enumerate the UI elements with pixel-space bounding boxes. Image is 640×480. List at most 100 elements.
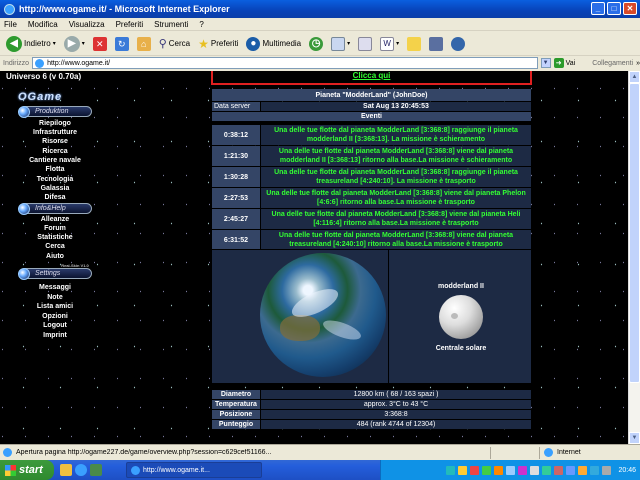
nav-alleanze[interactable]: Alleanze <box>0 215 110 224</box>
address-input[interactable]: http://www.ogame.it/ <box>32 57 538 69</box>
nav-messaggi[interactable]: Messaggi <box>0 283 110 292</box>
research-button[interactable] <box>427 34 445 54</box>
close-button[interactable]: ✕ <box>623 2 637 15</box>
tray-icon[interactable] <box>590 465 600 475</box>
refresh-button[interactable]: ↻ <box>113 34 131 54</box>
event-text[interactable]: Una delle tue flotte dal pianeta ModderL… <box>261 230 531 250</box>
menu-modifica[interactable]: Modifica <box>28 20 58 29</box>
tray-icon[interactable] <box>578 465 588 475</box>
volume-icon[interactable] <box>602 465 612 475</box>
scroll-thumb[interactable] <box>629 83 640 383</box>
event-time: 1:21:30 <box>212 146 260 166</box>
home-icon: ⌂ <box>136 36 151 51</box>
menu-bar: File Modifica Visualizza Preferiti Strum… <box>0 18 640 31</box>
nav-lista-amici[interactable]: Lista amici <box>0 302 110 311</box>
event-text[interactable]: Una delle tue flotte dal pianeta ModderL… <box>261 146 531 166</box>
stat-value: 12800 km ( 68 / 163 spazi ) <box>261 390 531 399</box>
menu-file[interactable]: File <box>4 20 17 29</box>
event-text[interactable]: Una delle tue flotte dal pianeta ModderL… <box>261 188 531 208</box>
minimize-button[interactable]: _ <box>591 2 605 15</box>
tray-icon[interactable] <box>566 465 576 475</box>
forward-arrow-icon: ▶ <box>63 35 80 52</box>
clicca-link[interactable]: Clicca qui <box>353 71 391 80</box>
address-bar: Indirizzo http://www.ogame.it/ ▼ ➜ Vai C… <box>0 56 640 70</box>
tray-icon[interactable] <box>470 465 480 475</box>
status-text: Apertura pagina http://ogame227.de/game/… <box>16 449 272 456</box>
address-dropdown-icon[interactable]: ▼ <box>540 58 551 68</box>
search-button[interactable]: ⚲ Cerca <box>157 34 192 54</box>
discuss-button[interactable] <box>405 34 423 54</box>
tray-icon[interactable] <box>530 465 540 475</box>
event-time: 1:30:28 <box>212 167 260 187</box>
star-icon: ★ <box>198 36 209 51</box>
stop-button[interactable]: ✕ <box>91 34 109 54</box>
moon-name[interactable]: modderland II <box>389 283 533 290</box>
menu-preferiti[interactable]: Preferiti <box>116 20 144 29</box>
nav-forum[interactable]: Forum <box>0 224 110 233</box>
tray-icon[interactable] <box>542 465 552 475</box>
nav-aiuto[interactable]: Aiuto <box>0 252 110 261</box>
nav-flotta[interactable]: Flotta <box>0 165 110 174</box>
event-text[interactable]: Una delle tue flotte dal pianeta ModderL… <box>261 209 531 229</box>
vertical-scrollbar[interactable]: ▲ ▼ <box>628 71 640 444</box>
ie-quicklaunch-icon[interactable] <box>75 464 87 476</box>
links-chevron-icon[interactable]: » <box>636 60 640 67</box>
taskbar-ie-window[interactable]: http://www.ogame.it... <box>126 462 262 478</box>
nav-cantiere-navale[interactable]: Cantiere navale <box>0 156 110 165</box>
nav-imprint[interactable]: Imprint <box>0 331 110 340</box>
scroll-up-icon[interactable]: ▲ <box>629 71 640 83</box>
info-label: Info&Help <box>35 205 66 212</box>
print-button[interactable] <box>356 34 374 54</box>
toolbar: ◀ Indietro ▾ ▶ ▾ ✕ ↻ ⌂ ⚲ Cerca ★ Preferiti… <box>0 32 640 56</box>
tray-icon[interactable] <box>518 465 528 475</box>
home-button[interactable]: ⌂ <box>135 34 153 54</box>
go-label: Vai <box>565 59 576 67</box>
nav-cerca[interactable]: Cerca <box>0 242 110 251</box>
nav-infrastrutture[interactable]: Infrastrutture <box>0 128 110 137</box>
tray-icon[interactable] <box>446 465 456 475</box>
tray-icon[interactable] <box>554 465 564 475</box>
nav-note[interactable]: Note <box>0 293 110 302</box>
event-text[interactable]: Una delle tue flotte dal pianeta ModderL… <box>261 167 531 187</box>
planet-stats-table: Diametro 12800 km ( 68 / 163 spazi ) Temp… <box>211 389 532 430</box>
moon-image[interactable] <box>439 295 483 339</box>
menu-strumenti[interactable]: Strumenti <box>154 20 188 29</box>
menu-help[interactable]: ? <box>199 20 203 29</box>
forward-button[interactable]: ▶ ▾ <box>62 34 87 54</box>
media-button[interactable]: ● Multimedia <box>244 34 303 54</box>
nav-statistiche[interactable]: Statistiche <box>0 233 110 242</box>
mail-button[interactable]: ▾ <box>329 34 352 54</box>
planet-cloud <box>288 283 342 323</box>
tray-icon[interactable] <box>494 465 504 475</box>
nav-tecnologia[interactable]: Tecnologia <box>0 175 110 184</box>
start-button[interactable]: start <box>0 460 54 480</box>
planet-image[interactable] <box>260 253 386 377</box>
nav-opzioni[interactable]: Opzioni <box>0 312 110 321</box>
clock[interactable]: 20:46 <box>618 467 636 474</box>
quicklaunch-icon[interactable] <box>60 464 72 476</box>
menu-visualizza[interactable]: Visualizza <box>69 20 105 29</box>
messenger-icon <box>451 36 466 51</box>
edit-button[interactable]: W ▾ <box>378 34 401 54</box>
nav-logout[interactable]: Logout <box>0 321 110 330</box>
tray-icon[interactable] <box>506 465 516 475</box>
nav-riepilogo[interactable]: Riepilogo <box>0 119 110 128</box>
nav-ricerca[interactable]: Ricerca <box>0 147 110 156</box>
quicklaunch-icon[interactable] <box>90 464 102 476</box>
event-time: 0:38:12 <box>212 125 260 145</box>
tray-icon[interactable] <box>458 465 468 475</box>
tray-icon[interactable] <box>482 465 492 475</box>
favorites-button[interactable]: ★ Preferiti <box>196 34 240 54</box>
messenger-button[interactable] <box>449 34 467 54</box>
links-label[interactable]: Collegamenti <box>592 60 633 67</box>
event-row: 1:21:30 Una delle tue flotte dal pianeta … <box>212 146 531 166</box>
history-button[interactable]: ◷ <box>307 34 325 54</box>
nav-galassia[interactable]: Galassia <box>0 184 110 193</box>
back-button[interactable]: ◀ Indietro ▾ <box>4 34 58 54</box>
nav-risorse[interactable]: Risorse <box>0 137 110 146</box>
nav-difesa[interactable]: Difesa <box>0 193 110 202</box>
go-button[interactable]: ➜ Vai <box>553 58 576 68</box>
scroll-down-icon[interactable]: ▼ <box>629 432 640 444</box>
maximize-button[interactable]: □ <box>607 2 621 15</box>
event-text[interactable]: Una delle tue flotte dal pianeta ModderL… <box>261 125 531 145</box>
